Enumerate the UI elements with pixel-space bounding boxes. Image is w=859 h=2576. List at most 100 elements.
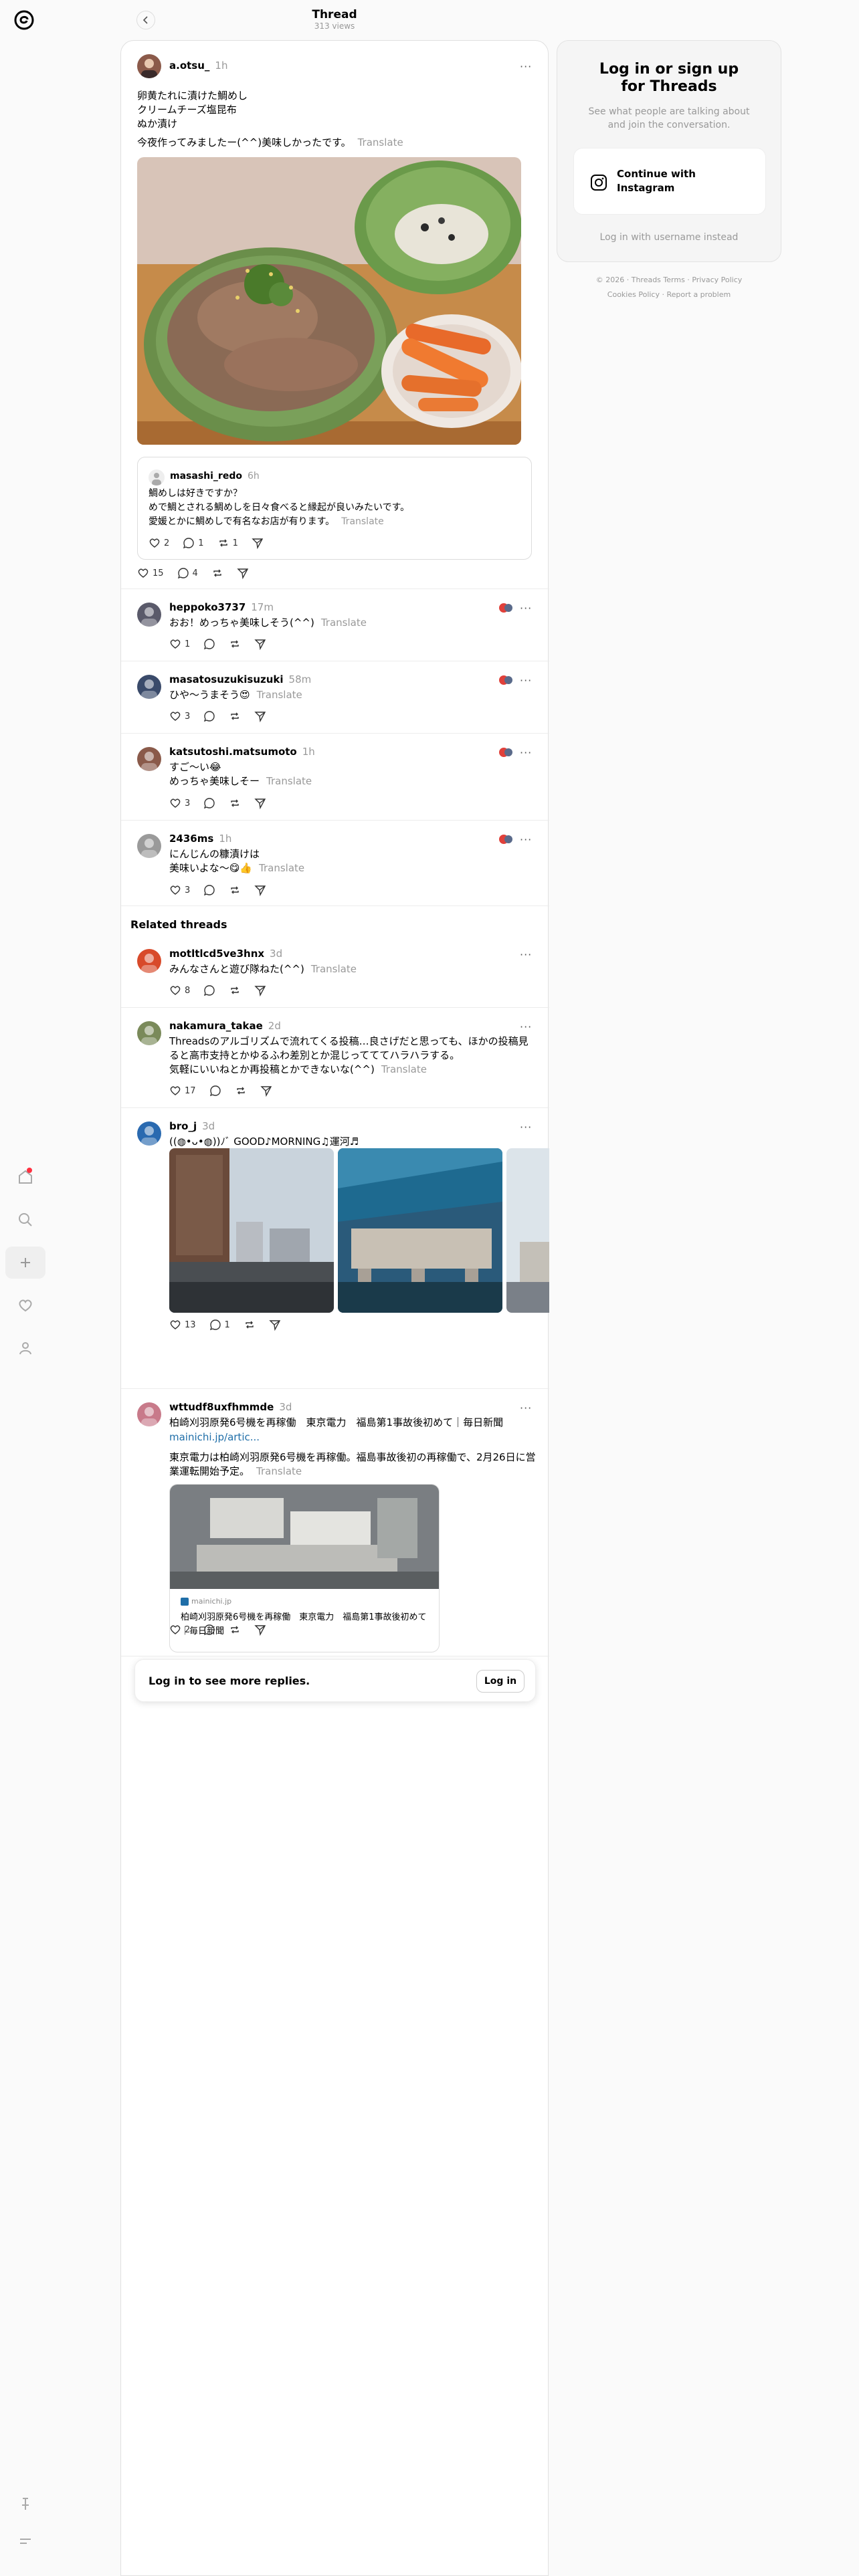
username[interactable]: nakamura_takae <box>169 1020 263 1032</box>
reply-button[interactable]: 4 <box>177 567 198 579</box>
like-button[interactable]: 17 <box>169 1085 196 1097</box>
username[interactable]: masatosuzukisuzuki <box>169 673 284 685</box>
like-button[interactable]: 13 <box>169 1319 196 1331</box>
heart-activity-icon[interactable] <box>5 1289 45 1321</box>
avatar[interactable] <box>137 949 161 973</box>
avatar[interactable] <box>137 603 161 627</box>
profile-icon[interactable] <box>5 1332 45 1364</box>
username[interactable]: katsutoshi.matsumoto <box>169 746 297 758</box>
repost-button[interactable] <box>229 710 241 722</box>
like-button[interactable]: 8 <box>169 984 190 996</box>
translate-link[interactable]: Translate <box>381 1063 427 1075</box>
like-button[interactable]: 3 <box>169 884 190 896</box>
more-options-icon[interactable]: ··· <box>520 1122 535 1133</box>
share-button[interactable] <box>260 1085 272 1097</box>
repost-button[interactable] <box>211 567 223 579</box>
like-button[interactable]: 2 <box>149 537 169 549</box>
pin-icon[interactable] <box>5 2488 45 2520</box>
more-options-icon[interactable]: ··· <box>520 950 535 960</box>
post-image[interactable] <box>137 157 521 445</box>
privacy-link[interactable]: Privacy Policy <box>692 276 742 284</box>
avatar[interactable] <box>137 834 161 858</box>
quoted-post[interactable]: masashi_redo 6h 鯛めしは好きですか？ めで鯛とされる鯛めしを日々食… <box>137 457 532 560</box>
repost-button[interactable] <box>229 1624 241 1636</box>
reply-button[interactable] <box>203 710 215 722</box>
more-options-icon[interactable]: ··· <box>520 62 535 72</box>
like-button[interactable]: 1 <box>169 638 190 650</box>
quoted-username[interactable]: masashi_redo <box>170 471 242 481</box>
post-username[interactable]: a.otsu_ 1h <box>169 60 227 72</box>
username[interactable]: 2436ms <box>169 833 213 845</box>
reply-button[interactable] <box>203 884 215 896</box>
share-button[interactable] <box>252 537 264 549</box>
reply-button[interactable] <box>203 984 215 996</box>
reply-button[interactable]: 1 <box>183 537 204 549</box>
avatar[interactable] <box>137 1121 161 1146</box>
translate-link[interactable]: Translate <box>321 617 367 629</box>
quoted-avatar[interactable] <box>149 469 165 486</box>
create-post-icon[interactable] <box>5 1247 45 1279</box>
reply-button[interactable] <box>203 638 215 650</box>
like-button[interactable]: 15 <box>137 567 164 579</box>
repost-button[interactable] <box>229 884 241 896</box>
username-login-link[interactable]: Log in with username instead <box>557 232 781 243</box>
share-button[interactable] <box>254 797 266 809</box>
reaction-avatars-icon[interactable] <box>498 601 513 615</box>
threads-logo-icon[interactable] <box>12 8 36 32</box>
username[interactable]: a.otsu_ <box>169 60 209 72</box>
reply-button[interactable] <box>209 1085 221 1097</box>
like-button[interactable]: 3 <box>169 710 190 722</box>
more-options-icon[interactable]: ··· <box>520 748 535 758</box>
reply-button[interactable] <box>203 797 215 809</box>
avatar[interactable] <box>137 1021 161 1045</box>
translate-link[interactable]: Translate <box>358 136 403 148</box>
translate-link[interactable]: Translate <box>341 516 384 527</box>
repost-button[interactable] <box>235 1085 247 1097</box>
repost-button[interactable] <box>229 984 241 996</box>
post-link[interactable]: mainichi.jp/artic... <box>169 1431 260 1443</box>
avatar[interactable] <box>137 54 161 78</box>
avatar[interactable] <box>137 1402 161 1426</box>
search-icon[interactable] <box>5 1204 45 1236</box>
share-button[interactable] <box>254 1624 266 1636</box>
more-options-icon[interactable]: ··· <box>520 1403 535 1414</box>
continue-with-instagram-button[interactable]: Continue with Instagram <box>573 148 766 215</box>
menu-icon[interactable] <box>5 2525 45 2557</box>
more-options-icon[interactable]: ··· <box>520 1022 535 1033</box>
more-options-icon[interactable]: ··· <box>520 675 535 686</box>
repost-button[interactable] <box>229 638 241 650</box>
home-icon[interactable] <box>5 1161 45 1193</box>
reaction-avatars-icon[interactable] <box>498 673 513 687</box>
like-button[interactable]: 2 <box>169 1624 190 1636</box>
username[interactable]: heppoko3737 <box>169 601 246 613</box>
more-options-icon[interactable]: ··· <box>520 835 535 845</box>
repost-button[interactable] <box>229 797 241 809</box>
username[interactable]: bro_j <box>169 1120 197 1132</box>
username[interactable]: wttudf8uxfhmmde <box>169 1401 274 1413</box>
share-button[interactable] <box>254 710 266 722</box>
report-problem-link[interactable]: Report a problem <box>666 290 731 299</box>
repost-button[interactable]: 1 <box>217 537 238 549</box>
share-button[interactable] <box>254 638 266 650</box>
avatar[interactable] <box>137 747 161 771</box>
translate-link[interactable]: Translate <box>311 963 357 975</box>
share-button[interactable] <box>237 567 249 579</box>
translate-link[interactable]: Translate <box>256 1465 302 1477</box>
avatar[interactable] <box>137 675 161 699</box>
translate-link[interactable]: Translate <box>266 775 312 787</box>
more-options-icon[interactable]: ··· <box>520 603 535 614</box>
reaction-avatars-icon[interactable] <box>498 746 513 759</box>
terms-link[interactable]: Threads Terms <box>632 276 685 284</box>
translate-link[interactable]: Translate <box>257 689 302 701</box>
reaction-avatars-icon[interactable] <box>498 833 513 846</box>
share-button[interactable] <box>254 984 266 996</box>
translate-link[interactable]: Translate <box>259 862 304 874</box>
reply-button[interactable]: 1 <box>209 1319 230 1331</box>
cookies-link[interactable]: Cookies Policy <box>607 290 660 299</box>
username[interactable]: motltlcd5ve3hnx <box>169 948 264 960</box>
share-button[interactable] <box>254 884 266 896</box>
login-button[interactable]: Log in <box>476 1670 524 1693</box>
share-button[interactable] <box>269 1319 281 1331</box>
reply-button[interactable] <box>203 1624 215 1636</box>
like-button[interactable]: 3 <box>169 797 190 809</box>
